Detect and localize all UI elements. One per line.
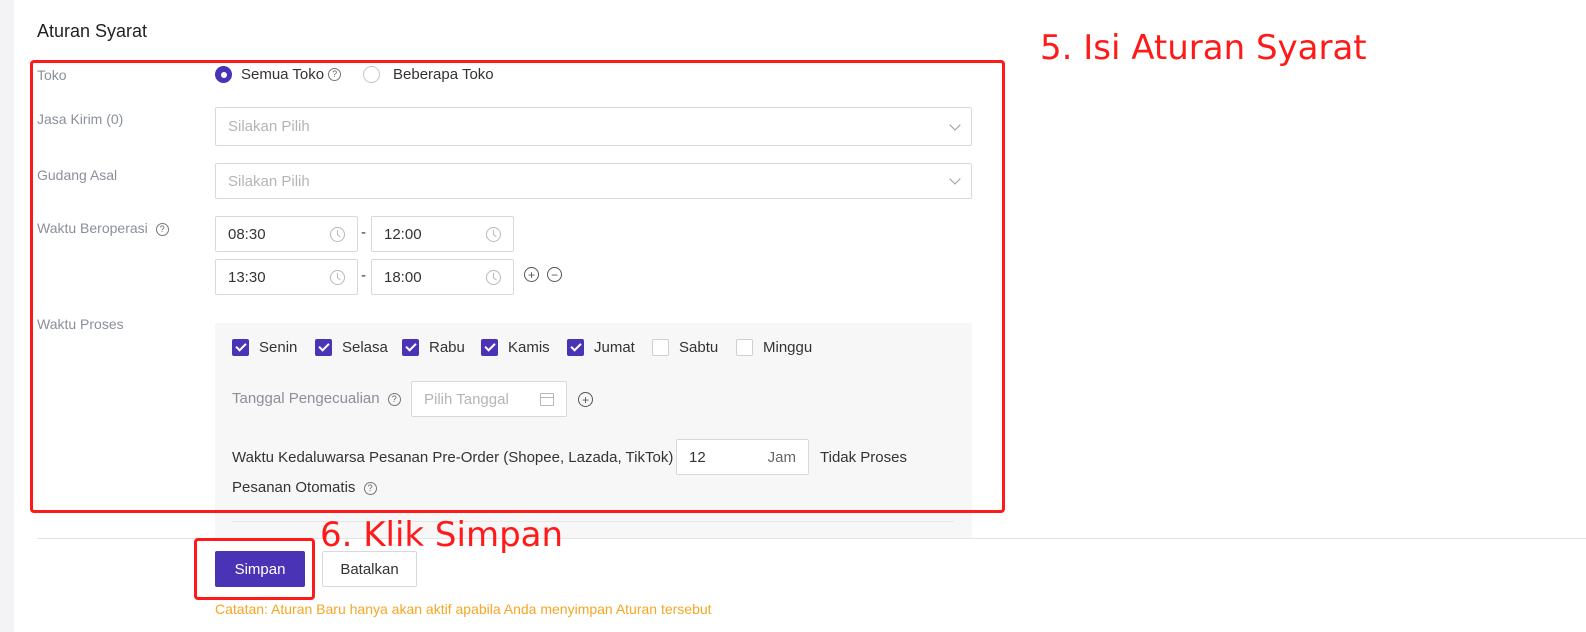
annotation-box-rules: [30, 60, 1005, 513]
section-title: Aturan Syarat: [37, 21, 148, 41]
cancel-button[interactable]: Batalkan: [322, 551, 417, 587]
annotation-box-save: [194, 538, 315, 600]
annotation-step6: 6. Klik Simpan: [320, 515, 564, 555]
left-edge-strip: [0, 0, 14, 632]
save-note: Catatan: Aturan Baru hanya akan aktif ap…: [215, 601, 712, 617]
annotation-step5: 5. Isi Aturan Syarat: [1040, 28, 1367, 68]
